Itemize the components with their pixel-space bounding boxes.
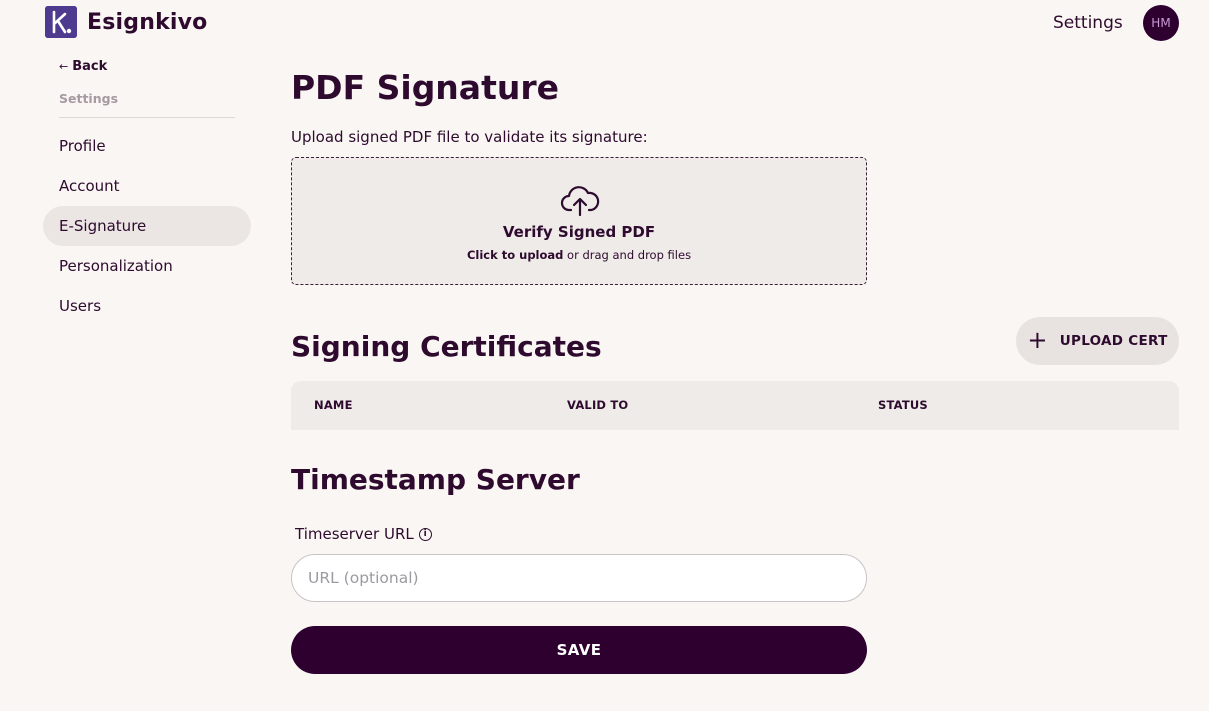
column-header-valid-to[interactable]: VALID TO <box>567 398 628 412</box>
dropzone-hint-rest: or drag and drop files <box>563 248 692 262</box>
sidebar-item-profile[interactable]: Profile <box>43 126 251 166</box>
upload-instruction: Upload signed PDF file to validate its s… <box>291 128 648 146</box>
avatar[interactable]: HM <box>1143 5 1179 41</box>
logo-icon <box>45 6 77 38</box>
sidebar-item-label: Account <box>59 177 120 195</box>
timeserver-url-label: Timeserver URL i <box>295 525 432 543</box>
sidebar-item-users[interactable]: Users <box>43 286 251 326</box>
column-header-name[interactable]: NAME <box>314 398 353 412</box>
back-arrow-icon: ← <box>59 60 69 73</box>
sidebar-item-label: Personalization <box>59 257 173 275</box>
certificates-title: Signing Certificates <box>291 330 602 363</box>
column-header-status[interactable]: STATUS <box>878 398 928 412</box>
app-name: Esignkivo <box>87 9 208 35</box>
page-title: PDF Signature <box>291 68 559 107</box>
timeserver-url-label-text: Timeserver URL <box>295 525 414 543</box>
header-settings-link[interactable]: Settings <box>1053 13 1123 33</box>
sidebar-section-label: Settings <box>59 91 119 106</box>
upload-cert-button[interactable]: + UPLOAD CERT <box>1016 317 1179 365</box>
upload-cert-label: UPLOAD CERT <box>1059 333 1168 349</box>
app-logo[interactable]: Esignkivo <box>45 6 208 38</box>
cloud-upload-icon <box>560 186 600 217</box>
dropzone-title: Verify Signed PDF <box>502 223 656 241</box>
save-button[interactable]: SAVE <box>291 626 867 674</box>
sidebar-item-e-signature[interactable]: E-Signature <box>43 206 251 246</box>
back-label: Back <box>72 59 108 74</box>
info-icon[interactable]: i <box>418 527 432 541</box>
plus-icon: + <box>1027 326 1048 354</box>
dropzone-hint: Click to upload or drag and drop files <box>292 248 866 262</box>
timeserver-url-input[interactable] <box>291 554 867 602</box>
sidebar-divider <box>59 117 235 118</box>
sidebar-item-label: Users <box>59 297 102 315</box>
certificates-table-header: NAME VALID TO STATUS <box>291 381 1179 430</box>
sidebar-item-label: E-Signature <box>59 217 147 235</box>
sidebar-item-label: Profile <box>59 137 106 155</box>
timestamp-title: Timestamp Server <box>291 463 580 496</box>
dropzone-click-to-upload[interactable]: Click to upload <box>467 248 563 262</box>
pdf-dropzone[interactable]: Verify Signed PDF Click to upload or dra… <box>291 157 867 285</box>
sidebar-item-account[interactable]: Account <box>43 166 251 206</box>
back-link[interactable]: ← Back <box>59 59 107 74</box>
sidebar-item-personalization[interactable]: Personalization <box>43 246 251 286</box>
